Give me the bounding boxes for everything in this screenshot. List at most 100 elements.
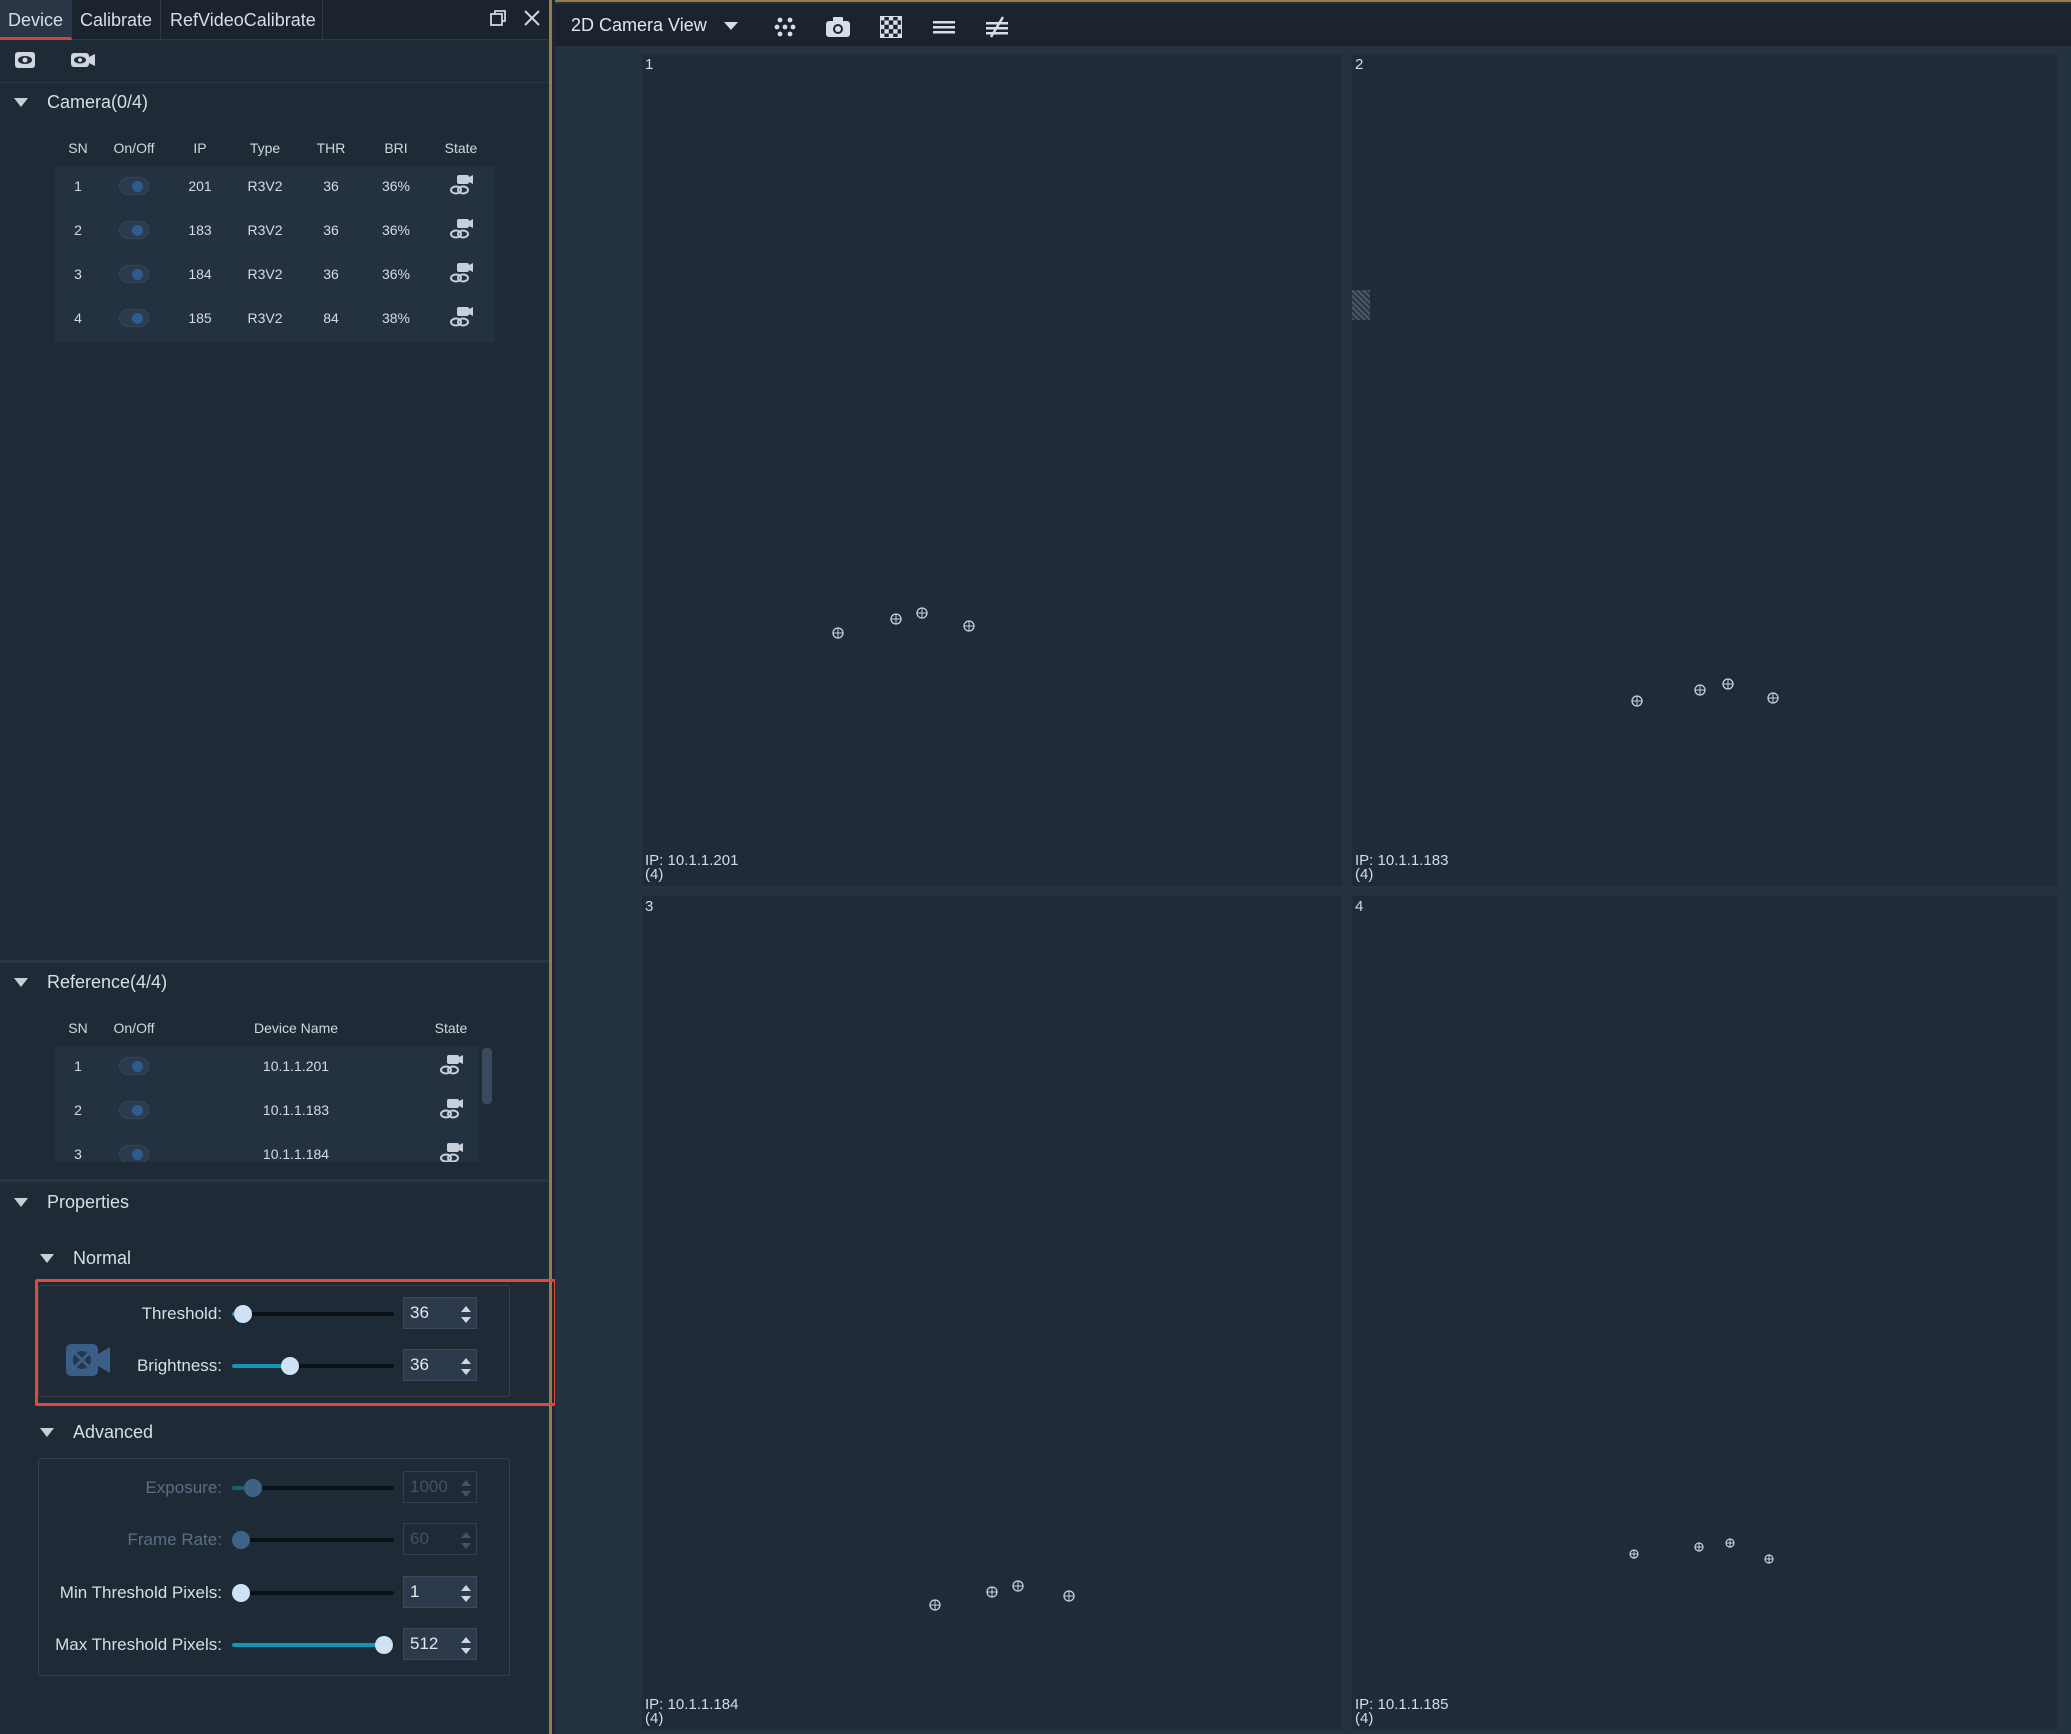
marker-icon <box>928 1598 942 1617</box>
camera-view-1[interactable]: 1 IP: 10.1.1.201 (4) <box>642 54 1342 886</box>
reference-on-off-toggle[interactable] <box>119 1057 149 1075</box>
highlight-box <box>35 1279 557 1406</box>
reference-col-header[interactable]: On/Off <box>74 1020 194 1036</box>
reference-table-row[interactable]: 1 10.1.1.201 <box>55 1050 479 1090</box>
marker-icon <box>1693 1540 1705 1558</box>
camera-on-off-toggle[interactable] <box>119 309 149 327</box>
camera-cell-sn: 1 <box>74 178 82 194</box>
min-threshold-spinbox[interactable]: 1 <box>403 1576 477 1608</box>
camera-view-3[interactable]: 3 IP: 10.1.1.184 (4) <box>642 896 1342 1730</box>
camera-on-off-toggle[interactable] <box>119 265 149 283</box>
tab-refvideocalibrate[interactable]: RefVideoCalibrate <box>161 0 323 40</box>
spin-up-icon <box>461 1637 471 1643</box>
marker-icon <box>1630 694 1644 713</box>
not-equal-icon[interactable] <box>985 16 1009 38</box>
collapse-arrow-icon[interactable] <box>40 1428 54 1437</box>
reference-col-header[interactable]: State <box>391 1020 511 1036</box>
tab-bar: Device Calibrate RefVideoCalibrate <box>0 0 549 40</box>
view-mode-select[interactable]: 2D Camera View <box>571 15 707 36</box>
marker-icon <box>1763 1552 1775 1570</box>
reference-section-title: Reference(4/4) <box>47 972 168 992</box>
camera-cell-bri: 36% <box>381 266 411 282</box>
view-number: 1 <box>645 56 654 73</box>
exposure-slider-handle <box>244 1479 263 1497</box>
marker-icon <box>831 626 845 645</box>
spin-up-icon <box>461 1585 471 1591</box>
exposure-value: 1000 <box>410 1477 448 1496</box>
tab-calibrate[interactable]: Calibrate <box>72 0 161 40</box>
restore-window-icon[interactable] <box>486 8 510 32</box>
min-threshold-label: Min Threshold Pixels: <box>59 1583 222 1602</box>
camera-icon[interactable] <box>825 16 851 38</box>
divider <box>0 82 549 83</box>
close-icon[interactable] <box>520 8 544 32</box>
spin-down-icon <box>461 1596 471 1602</box>
reference-on-off-toggle[interactable] <box>119 1101 149 1119</box>
advanced-section-header[interactable]: Advanced <box>0 1416 549 1450</box>
camera-view-panel: 2D Camera View 1 IP: 10.1.1.201 (4) 2 IP:… <box>555 0 2071 1734</box>
link-camera-icon <box>449 174 473 196</box>
reference-col-header[interactable]: Device Name <box>236 1020 356 1036</box>
view-ip-label: IP: 10.1.1.184 (4) <box>645 1696 739 1727</box>
link-camera-icon <box>449 218 473 240</box>
min-threshold-slider[interactable] <box>232 1591 394 1595</box>
camera-cell-bri: 38% <box>381 310 411 326</box>
camera-section-header[interactable]: Camera(0/4) <box>0 86 549 120</box>
reference-table-row[interactable]: 2 10.1.1.183 <box>55 1094 479 1134</box>
reference-cell-sn: 3 <box>74 1146 82 1162</box>
marker-icon <box>915 606 929 625</box>
frame-rate-slider-handle <box>232 1531 250 1549</box>
view-number: 4 <box>1355 898 1364 915</box>
min-threshold-slider-handle[interactable] <box>232 1584 250 1602</box>
reference-section-header[interactable]: Reference(4/4) <box>0 966 549 1000</box>
normal-section-header[interactable]: Normal <box>0 1242 549 1276</box>
collapse-arrow-icon[interactable] <box>40 1254 54 1263</box>
camera-view-2[interactable]: 2 IP: 10.1.1.183 (4) <box>1352 54 2057 886</box>
marker-icon <box>1062 1589 1076 1608</box>
normal-title: Normal <box>73 1248 132 1268</box>
advanced-title: Advanced <box>73 1422 154 1442</box>
reference-on-off-toggle[interactable] <box>119 1145 149 1162</box>
view-toolbar: 2D Camera View <box>555 4 2071 46</box>
reference-cell-name: 10.1.1.183 <box>262 1102 330 1118</box>
camera-cell-sn: 4 <box>74 310 82 326</box>
camera-eye-icon[interactable] <box>70 50 96 70</box>
max-threshold-spinbox[interactable]: 512 <box>403 1628 477 1660</box>
link-camera-icon <box>449 306 473 328</box>
frame-rate-value: 60 <box>410 1529 429 1548</box>
frame-rate-slider <box>232 1538 394 1542</box>
frame-rate-spinbox: 60 <box>403 1523 477 1555</box>
marker-icon <box>889 612 903 631</box>
chevron-down-icon[interactable] <box>724 22 738 30</box>
lines-icon[interactable] <box>932 16 956 38</box>
camera-on-off-toggle[interactable] <box>119 177 149 195</box>
spin-down-icon <box>461 1648 471 1654</box>
link-camera-icon <box>439 1142 463 1162</box>
collapse-arrow-icon[interactable] <box>14 98 28 107</box>
collapse-arrow-icon[interactable] <box>14 1198 28 1207</box>
camera-on-off-toggle[interactable] <box>119 221 149 239</box>
collapse-arrow-icon[interactable] <box>14 978 28 987</box>
dots-grid-icon[interactable] <box>773 16 797 38</box>
link-camera-icon <box>439 1054 463 1076</box>
reference-table-row[interactable]: 3 10.1.1.184 <box>55 1138 479 1162</box>
camera-cell-bri: 36% <box>381 178 411 194</box>
view-ip-label: IP: 10.1.1.185 (4) <box>1355 1696 1449 1727</box>
properties-section-header[interactable]: Properties <box>0 1186 549 1220</box>
view-number: 2 <box>1355 56 1364 73</box>
checkerboard-icon[interactable] <box>880 16 904 38</box>
camera-col-header[interactable]: State <box>421 140 501 156</box>
reference-cell-sn: 2 <box>74 1102 82 1118</box>
camera-section-title: Camera(0/4) <box>47 92 149 112</box>
link-camera-icon <box>449 262 473 284</box>
spin-down-icon <box>461 1543 471 1549</box>
divider <box>0 1179 549 1182</box>
eye-icon[interactable] <box>14 50 36 70</box>
reference-scrollbar[interactable] <box>482 1048 492 1104</box>
tab-device[interactable]: Device <box>0 0 72 40</box>
camera-cell-sn: 3 <box>74 266 82 282</box>
camera-view-4[interactable]: 4 IP: 10.1.1.185 (4) <box>1352 896 2057 1730</box>
camera-cell-bri: 36% <box>381 222 411 238</box>
marker-icon <box>1693 683 1707 702</box>
min-threshold-value: 1 <box>410 1582 420 1601</box>
